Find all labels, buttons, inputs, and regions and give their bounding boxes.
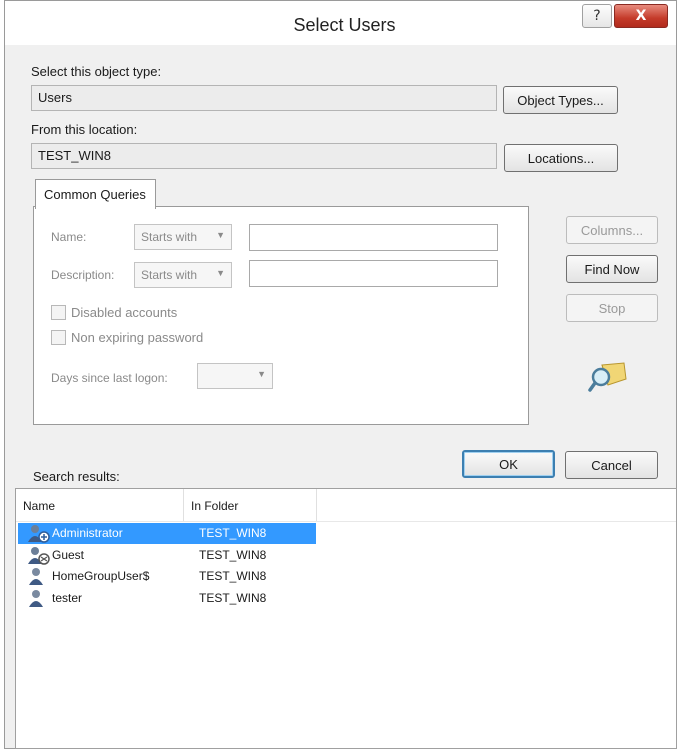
chevron-down-icon: ▼ <box>216 230 225 240</box>
days-since-logon-select[interactable]: ▼ <box>197 363 273 389</box>
cancel-button[interactable]: Cancel <box>565 451 658 479</box>
select-users-dialog: Select Users ? X Select this object type… <box>4 0 677 749</box>
object-type-label: Select this object type: <box>31 64 162 79</box>
locations-button[interactable]: Locations... <box>504 144 618 172</box>
days-since-logon-label: Days since last logon: <box>51 371 168 385</box>
disabled-accounts-label: Disabled accounts <box>71 305 178 320</box>
disabled-accounts-checkbox[interactable]: Disabled accounts <box>51 305 177 320</box>
common-queries-panel: Name: Starts with ▼ Description: Starts … <box>33 206 529 425</box>
find-now-button[interactable]: Find Now <box>566 255 658 283</box>
close-button[interactable]: X <box>614 4 668 28</box>
tab-common-queries[interactable]: Common Queries <box>35 179 156 209</box>
user-icon <box>29 568 43 585</box>
table-row[interactable]: Administrator TEST_WIN8 <box>18 523 316 544</box>
table-row[interactable]: Guest TEST_WIN8 <box>18 545 316 566</box>
search-results-list[interactable]: Name In Folder Administrator TEST_WIN8 G… <box>15 488 677 749</box>
row-folder: TEST_WIN8 <box>199 526 267 540</box>
table-row[interactable]: tester TEST_WIN8 <box>18 588 316 609</box>
name-label: Name: <box>51 230 87 244</box>
non-expiring-password-checkbox[interactable]: Non expiring password <box>51 330 203 345</box>
ok-button[interactable]: OK <box>462 450 555 478</box>
column-header-name[interactable]: Name <box>16 489 184 521</box>
row-name: HomeGroupUser$ <box>52 569 150 583</box>
name-mode-select[interactable]: Starts with ▼ <box>134 224 232 250</box>
row-folder: TEST_WIN8 <box>199 569 267 583</box>
columns-button[interactable]: Columns... <box>566 216 658 244</box>
chevron-down-icon: ▼ <box>216 268 225 278</box>
location-field: TEST_WIN8 <box>31 143 497 169</box>
header-divider <box>16 521 676 522</box>
admin-user-icon <box>28 525 50 543</box>
description-mode-select[interactable]: Starts with ▼ <box>134 262 232 288</box>
close-icon: X <box>635 8 647 24</box>
search-results-label: Search results: <box>33 469 120 484</box>
title-bar: Select Users ? X <box>5 1 676 45</box>
user-icon <box>29 590 43 607</box>
row-folder: TEST_WIN8 <box>199 591 267 605</box>
description-input[interactable] <box>249 260 498 287</box>
chevron-down-icon: ▼ <box>257 369 266 379</box>
guest-user-icon <box>28 547 50 565</box>
table-row[interactable]: HomeGroupUser$ TEST_WIN8 <box>18 566 316 587</box>
location-label: From this location: <box>31 122 138 137</box>
description-label: Description: <box>51 268 115 282</box>
dialog-title: Select Users <box>293 15 396 35</box>
row-name: tester <box>52 591 83 605</box>
object-type-field: Users <box>31 85 497 111</box>
name-mode-value: Starts with <box>141 230 198 244</box>
non-expiring-password-label: Non expiring password <box>71 330 204 345</box>
help-button[interactable]: ? <box>582 4 612 28</box>
row-name: Administrator <box>52 526 123 540</box>
checkbox-box <box>51 330 66 345</box>
help-icon: ? <box>593 8 601 24</box>
checkbox-box <box>51 305 66 320</box>
column-header-in-folder[interactable]: In Folder <box>184 489 317 521</box>
row-folder: TEST_WIN8 <box>199 548 267 562</box>
row-name: Guest <box>52 548 85 562</box>
object-types-button[interactable]: Object Types... <box>503 86 618 114</box>
search-icon <box>588 362 627 392</box>
name-input[interactable] <box>249 224 498 251</box>
stop-button[interactable]: Stop <box>566 294 658 322</box>
description-mode-value: Starts with <box>141 268 198 282</box>
